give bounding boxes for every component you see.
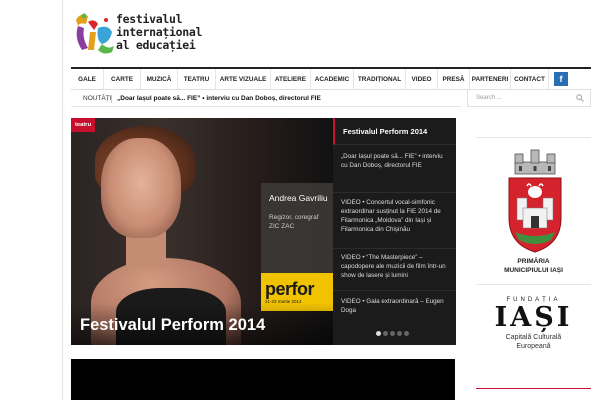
logo-wordmark: festivalul internațional al educației — [116, 13, 202, 52]
fundatia-iasi-logo[interactable]: FUNDAȚIA IAȘI Capitală Culturală Europea… — [476, 297, 591, 351]
logo-line-3: al educației — [116, 38, 196, 52]
fundatia-iasi-wordmark: IAȘI — [494, 302, 573, 333]
slider-dot[interactable] — [404, 331, 409, 336]
slide-item[interactable]: VIDEO • “The Masterpiece” – capodopere a… — [333, 249, 456, 291]
slide-item[interactable]: VIDEO • Concertul vocal-simfonic extraor… — [333, 193, 456, 249]
primaria-line-1: PRIMĂRIA — [517, 258, 550, 265]
slide-item[interactable]: VIDEO • Gala extraordinară – Eugen Doga — [333, 291, 456, 327]
primaria-label[interactable]: PRIMĂRIA MUNICIPIULUI IAȘI — [476, 258, 591, 275]
main-nav: GALE CARTE MUZICĂ TEATRU ARTE VIZUALE AT… — [71, 67, 591, 90]
nav-item-teatru[interactable]: TEATRU — [178, 69, 216, 90]
nav-item-carte[interactable]: CARTE — [104, 69, 141, 90]
sidebar-divider — [476, 137, 591, 138]
slide-title: „Doar Iașul poate să... FIE” • interviu … — [341, 153, 443, 169]
featured-slider: Andrea Gavriliu Regizor, coregraf ZIC ZA… — [71, 118, 456, 345]
news-ticker: NOUTĂȚI „Doar Iașul poate să... FIE” • i… — [71, 90, 461, 107]
caption-name: Andrea Gavriliu — [269, 193, 328, 203]
primaria-line-2: MUNICIPIULUI IAȘI — [504, 266, 563, 274]
ticker-headline-link[interactable]: „Doar Iașul poate să... FIE” • interviu … — [117, 90, 321, 107]
sidebar-divider — [476, 284, 591, 285]
nav-item-contact[interactable]: CONTACT — [511, 69, 549, 90]
slider-thumbnails-list: Festivalul Perform 2014 „Doar Iașul poat… — [333, 118, 456, 345]
fie-logo-mark-icon — [76, 13, 114, 54]
photo-face — [101, 138, 181, 238]
category-tag[interactable]: teatru — [71, 118, 96, 132]
sidebar-divider-accent — [476, 388, 591, 389]
search-placeholder: Search ... — [476, 95, 502, 101]
slide-title: VIDEO • Concertul vocal-simfonic extraor… — [341, 199, 441, 233]
slide-title: VIDEO • “The Masterpiece” – capodopere a… — [341, 254, 446, 279]
slider-dot[interactable] — [383, 331, 388, 336]
caption-role-line-1: Regizor, coregraf — [269, 214, 319, 221]
slider-pagination — [376, 331, 409, 336]
nav-item-parteneri[interactable]: PARTENERI — [470, 69, 511, 90]
capitala-line-1: Capitală Culturală — [505, 334, 562, 341]
nav-item-gale[interactable]: GALE — [71, 69, 104, 90]
nav-item-traditional[interactable]: TRADIȚIONAL — [354, 69, 406, 90]
caption-role: Regizor, coregraf ZIC ZAC — [269, 213, 319, 231]
nav-item-muzica[interactable]: MUZICĂ — [141, 69, 178, 90]
video-player[interactable] — [71, 359, 455, 400]
slider-dot[interactable] — [390, 331, 395, 336]
slide-title: Festivalul Perform 2014 — [343, 127, 428, 136]
search-input[interactable]: Search ... — [467, 89, 591, 107]
slider-dot[interactable] — [376, 331, 381, 336]
slide-item[interactable]: „Doar Iașul poate să... FIE” • interviu … — [333, 145, 456, 193]
featured-photo[interactable]: Andrea Gavriliu Regizor, coregraf ZIC ZA… — [71, 118, 333, 345]
slider-dot[interactable] — [397, 331, 402, 336]
nav-item-video[interactable]: VIDEO — [406, 69, 438, 90]
photo-caption-card: Andrea Gavriliu Regizor, coregraf ZIC ZA… — [261, 183, 333, 273]
page-left-border — [62, 0, 63, 400]
nav-item-academic[interactable]: ACADEMIC — [311, 69, 354, 90]
slide-item-active[interactable]: Festivalul Perform 2014 — [333, 118, 456, 145]
iasi-coat-of-arms-icon[interactable] — [505, 148, 565, 256]
ticker-label: NOUTĂȚI — [83, 95, 112, 102]
slide-title: VIDEO • Gala extraordinară – Eugen Doga — [341, 298, 444, 314]
nav-item-arte-vizuale[interactable]: ARTE VIZUALE — [216, 69, 271, 90]
capitala-line-2: Europeană — [516, 343, 551, 350]
poster-text: perfor — [265, 279, 315, 299]
site-logo[interactable]: festivalul internațional al educației — [72, 8, 202, 58]
caption-role-line-2: ZIC ZAC — [269, 223, 295, 230]
nav-item-presa[interactable]: PRESĂ — [438, 69, 470, 90]
featured-title[interactable]: Festivalul Perform 2014 — [80, 316, 265, 335]
nav-item-ateliere[interactable]: ATELIERE — [271, 69, 311, 90]
search-icon[interactable] — [576, 94, 584, 102]
ticker-separator — [111, 95, 112, 103]
facebook-icon[interactable]: f — [554, 72, 568, 86]
